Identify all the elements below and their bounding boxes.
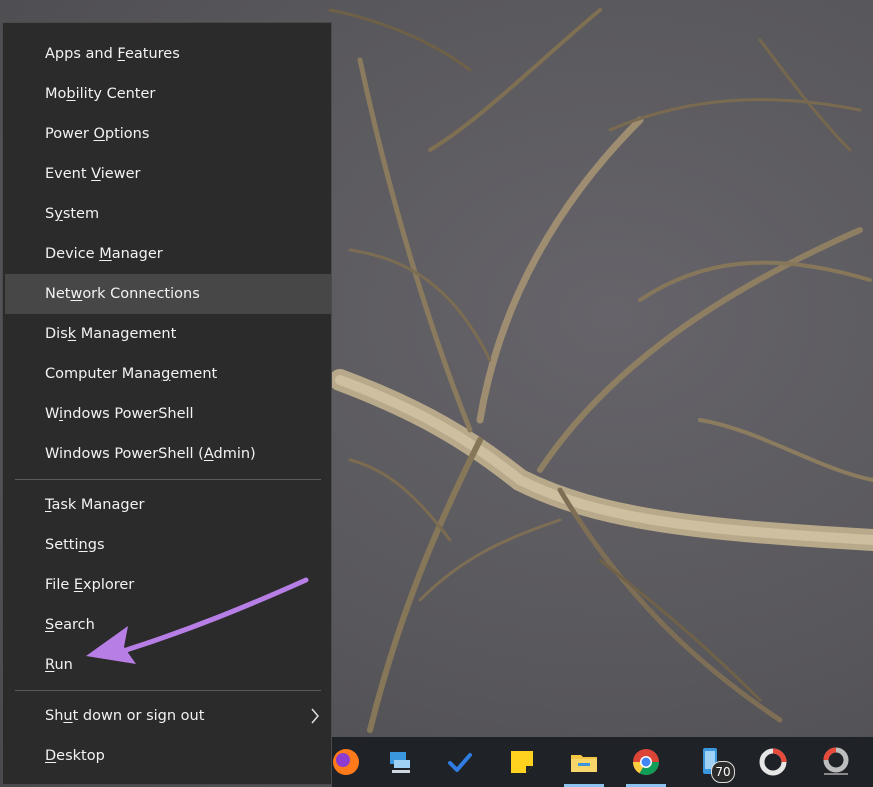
taskbar-file-explorer-button[interactable] <box>560 737 608 787</box>
menu-item-task-manager[interactable]: Task Manager <box>5 485 331 525</box>
todo-check-icon <box>448 753 472 772</box>
menu-item-desktop[interactable]: Desktop <box>5 736 331 776</box>
menu-item-search[interactable]: Search <box>5 605 331 645</box>
taskbar-sticky-notes-button[interactable] <box>498 737 546 787</box>
taskbar-chrome-button[interactable] <box>622 737 670 787</box>
capture-app-icon <box>759 748 787 776</box>
taskbar-firefox-button[interactable] <box>322 737 370 787</box>
chevron-right-icon <box>311 708 319 724</box>
menu-item-windows-powershell-admin[interactable]: Windows PowerShell (Admin) <box>5 434 331 474</box>
menu-item-computer-management[interactable]: Computer Management <box>5 354 331 394</box>
menu-item-shut-down-or-sign-out[interactable]: Shut down or sign out <box>5 696 331 736</box>
photoscape-icon <box>823 747 849 775</box>
winx-context-menu: Apps and Features Mobility Center Power … <box>2 22 332 785</box>
taskbar-capture-app-button[interactable] <box>749 737 797 787</box>
menu-item-apps-and-features[interactable]: Apps and Features <box>5 34 331 74</box>
menu-item-run[interactable]: Run <box>5 645 331 685</box>
menu-item-network-connections[interactable]: Network Connections <box>5 274 331 314</box>
menu-item-device-manager[interactable]: Device Manager <box>5 234 331 274</box>
file-explorer-icon <box>571 755 597 772</box>
taskbar-remote-desktop-button[interactable] <box>376 737 424 787</box>
menu-separator <box>15 690 321 691</box>
sticky-notes-icon <box>511 751 533 773</box>
remote-desktop-icon <box>390 752 410 773</box>
menu-item-windows-powershell[interactable]: Windows PowerShell <box>5 394 331 434</box>
notification-badge: 70 <box>711 761 735 783</box>
taskbar-photoscape-button[interactable] <box>812 737 860 787</box>
taskbar-todo-button[interactable] <box>436 737 484 787</box>
menu-separator <box>15 479 321 480</box>
menu-item-system[interactable]: System <box>5 194 331 234</box>
menu-item-disk-management[interactable]: Disk Management <box>5 314 331 354</box>
menu-item-mobility-center[interactable]: Mobility Center <box>5 74 331 114</box>
menu-item-power-options[interactable]: Power Options <box>5 114 331 154</box>
taskbar: 70 <box>332 737 873 787</box>
firefox-icon <box>333 749 359 775</box>
taskbar-phone-button[interactable]: 70 <box>687 737 735 787</box>
menu-item-event-viewer[interactable]: Event Viewer <box>5 154 331 194</box>
menu-item-settings[interactable]: Settings <box>5 525 331 565</box>
chrome-icon <box>632 749 660 776</box>
menu-item-file-explorer[interactable]: File Explorer <box>5 565 331 605</box>
